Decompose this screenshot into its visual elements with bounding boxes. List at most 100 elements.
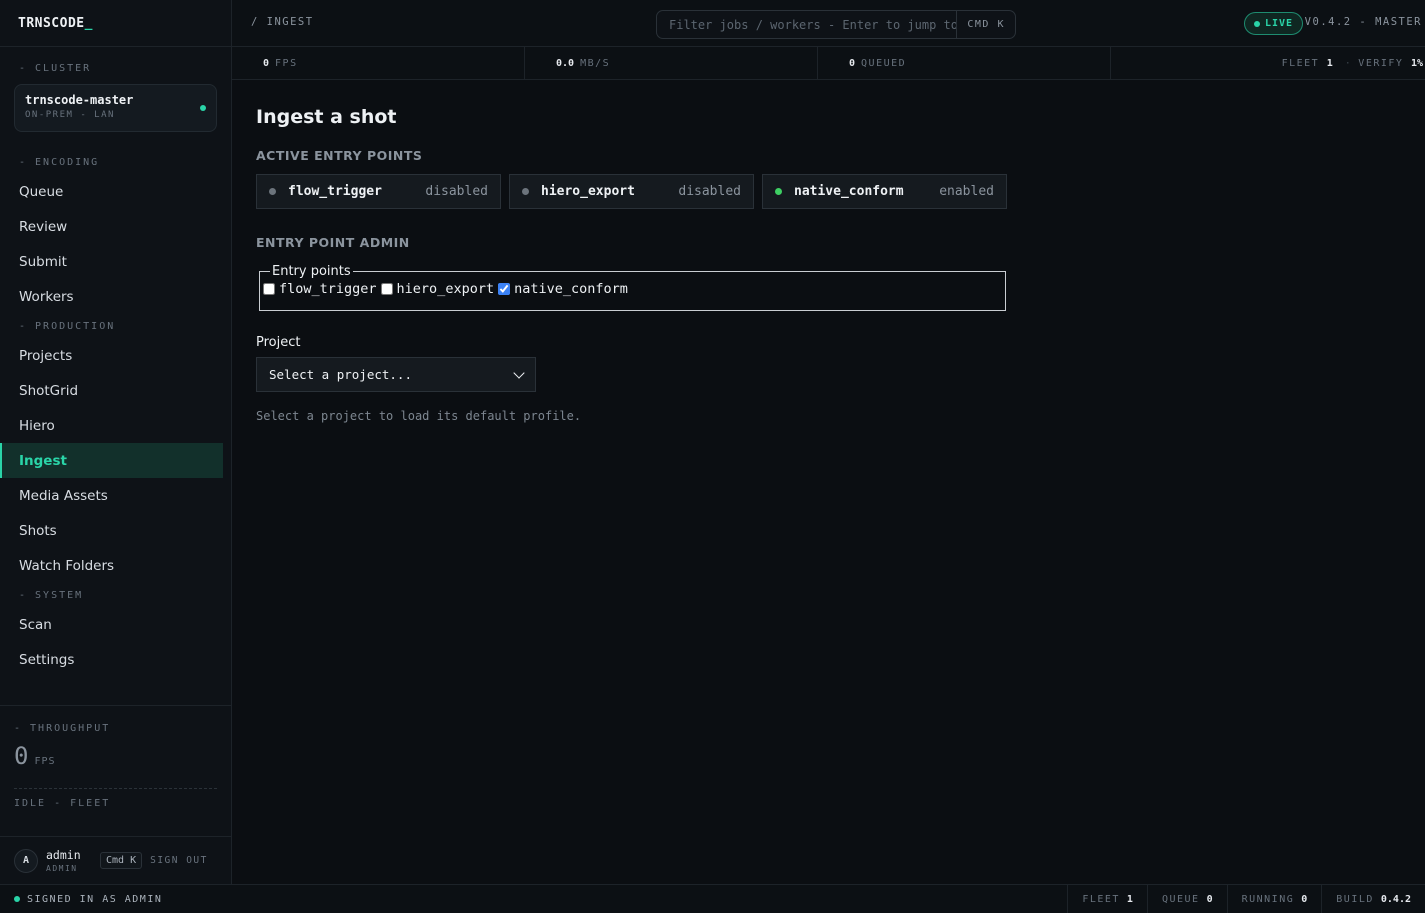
stat-queued-value: 0 bbox=[849, 57, 856, 69]
checkbox-label: native_conform bbox=[514, 281, 628, 297]
cluster-section-label: - CLUSTER bbox=[19, 62, 92, 74]
top-bar: / INGEST CMD K LIVE V0.4.2 - MASTER bbox=[232, 0, 1425, 47]
status-dot bbox=[269, 188, 276, 195]
page-title: Ingest a shot bbox=[256, 106, 397, 128]
stat-verify-value: 1% bbox=[1410, 57, 1423, 69]
entry-point-hiero-export: hiero_export disabled bbox=[509, 174, 754, 209]
sidebar-item-watch-folders[interactable]: Watch Folders bbox=[0, 548, 223, 583]
section-label-production: - PRODUCTION bbox=[19, 320, 116, 332]
stat-separator: · bbox=[1344, 57, 1353, 69]
checkbox-label: hiero_export bbox=[396, 281, 495, 297]
sidebar-item-ingest[interactable]: Ingest bbox=[0, 443, 223, 478]
sidebar-item-queue[interactable]: Queue bbox=[0, 174, 223, 209]
sidebar: TRNSCODE _ - CLUSTER trnscode-master ON-P… bbox=[0, 0, 232, 884]
breadcrumb: / INGEST bbox=[251, 16, 314, 28]
sidebar-item-review[interactable]: Review bbox=[0, 209, 223, 244]
chevron-down-icon bbox=[513, 366, 525, 379]
entry-point-name: hiero_export bbox=[541, 184, 635, 199]
status-footer: SIGNED IN AS ADMIN FLEET 1 QUEUE 0 RUNNING… bbox=[0, 884, 1425, 913]
brand-cursor: _ bbox=[84, 15, 93, 31]
project-hint: Select a project to load its default pro… bbox=[256, 409, 582, 423]
footer-fleet: FLEET 1 bbox=[1067, 885, 1147, 913]
project-select[interactable]: Select a project... bbox=[256, 357, 536, 392]
hiero-export-checkbox[interactable] bbox=[380, 283, 393, 295]
checkbox-native-conform[interactable]: native_conform bbox=[498, 281, 628, 297]
search-input[interactable] bbox=[657, 11, 957, 38]
entry-points-legend: Entry points bbox=[272, 264, 351, 279]
throughput-unit: FPS bbox=[34, 756, 56, 767]
throughput-value: 0 bbox=[14, 742, 29, 770]
entry-points-list: flow_trigger disabled hiero_export disab… bbox=[256, 174, 1406, 209]
stats-bar: 0 FPS 0.0 MB/S 0 QUEUED FLEET 1 · VERIFY… bbox=[232, 47, 1425, 80]
stat-mbs: 0.0 MB/S bbox=[525, 47, 818, 79]
signed-in-text: SIGNED IN AS ADMIN bbox=[27, 893, 163, 905]
user-role: ADMIN bbox=[46, 864, 78, 873]
throughput-divider bbox=[14, 788, 217, 789]
command-palette-shortcut[interactable]: Cmd K bbox=[100, 852, 143, 869]
stat-mbs-unit: MB/S bbox=[580, 57, 611, 69]
cluster-selector[interactable]: trnscode-master ON-PREM - LAN bbox=[14, 84, 217, 132]
active-entry-points-heading: ACTIVE ENTRY POINTS bbox=[256, 148, 423, 163]
sidebar-item-submit[interactable]: Submit bbox=[0, 244, 223, 279]
sidebar-item-workers[interactable]: Workers bbox=[0, 279, 223, 314]
footer-running: RUNNING 0 bbox=[1226, 885, 1322, 913]
brand-name: TRNSCODE bbox=[18, 15, 85, 31]
entry-point-name: flow_trigger bbox=[288, 184, 382, 199]
sidebar-item-shotgrid[interactable]: ShotGrid bbox=[0, 373, 223, 408]
project-label: Project bbox=[256, 335, 301, 350]
checkbox-label: flow_trigger bbox=[279, 281, 377, 297]
signed-in-status: SIGNED IN AS ADMIN bbox=[0, 894, 1067, 905]
native-conform-checkbox[interactable] bbox=[498, 283, 511, 295]
throughput-readout: 0 FPS bbox=[0, 742, 231, 770]
cluster-subtitle: ON-PREM - LAN bbox=[25, 110, 115, 120]
live-status-badge[interactable]: LIVE bbox=[1244, 12, 1304, 35]
search-box: CMD K bbox=[656, 10, 1016, 39]
sidebar-item-scan[interactable]: Scan bbox=[0, 607, 223, 642]
checkbox-flow-trigger[interactable]: flow_trigger bbox=[263, 281, 377, 297]
sign-out-button[interactable]: SIGN OUT bbox=[150, 855, 208, 866]
user-info: admin ADMIN bbox=[46, 848, 100, 873]
footer-fleet-value: 1 bbox=[1126, 893, 1133, 905]
footer-build: BUILD 0.4.2 bbox=[1321, 885, 1425, 913]
checkbox-hiero-export[interactable]: hiero_export bbox=[380, 281, 495, 297]
avatar[interactable]: A bbox=[14, 848, 38, 873]
live-label: LIVE bbox=[1265, 18, 1294, 29]
entry-point-status: enabled bbox=[939, 184, 994, 199]
footer-fleet-label: FLEET bbox=[1082, 893, 1120, 905]
entry-point-flow-trigger: flow_trigger disabled bbox=[256, 174, 501, 209]
project-select-value: Select a project... bbox=[269, 367, 412, 382]
entry-point-name: native_conform bbox=[794, 184, 904, 199]
stat-verify-label: VERIFY bbox=[1358, 57, 1404, 69]
entry-points-checkboxes: flow_trigger hiero_export native_conform bbox=[263, 281, 993, 297]
footer-queue: QUEUE 0 bbox=[1146, 885, 1227, 913]
entry-point-status: disabled bbox=[425, 184, 488, 199]
brand-logo[interactable]: TRNSCODE _ bbox=[0, 0, 231, 47]
stat-queued: 0 QUEUED bbox=[818, 47, 1111, 79]
sidebar-item-settings[interactable]: Settings bbox=[0, 642, 223, 677]
sidebar-item-media-assets[interactable]: Media Assets bbox=[0, 478, 223, 513]
footer-build-value: 0.4.2 bbox=[1380, 893, 1411, 905]
entry-points-fieldset: Entry points flow_trigger hiero_export n… bbox=[259, 264, 1006, 311]
section-label-encoding: - ENCODING bbox=[19, 156, 100, 168]
sidebar-item-projects[interactable]: Projects bbox=[0, 338, 223, 373]
stat-fps-unit: FPS bbox=[275, 57, 298, 69]
signed-in-dot bbox=[14, 896, 20, 902]
live-dot bbox=[1254, 20, 1260, 27]
stat-queued-unit: QUEUED bbox=[861, 57, 907, 69]
search-shortcut: CMD K bbox=[956, 11, 1015, 38]
entry-point-status: disabled bbox=[678, 184, 741, 199]
stat-mbs-value: 0.0 bbox=[556, 57, 575, 69]
main-content: Ingest a shot ACTIVE ENTRY POINTS flow_t… bbox=[256, 80, 1406, 423]
section-label-system: - SYSTEM bbox=[19, 589, 84, 601]
cluster-status-dot bbox=[200, 105, 206, 111]
stat-fps-value: 0 bbox=[263, 57, 270, 69]
stat-fleet-verify: FLEET 1 · VERIFY 1% bbox=[1111, 47, 1425, 79]
entry-point-admin-heading: ENTRY POINT ADMIN bbox=[256, 235, 410, 250]
status-dot bbox=[522, 188, 529, 195]
flow-trigger-checkbox[interactable] bbox=[263, 283, 275, 295]
throughput-panel: - THROUGHPUT 0 FPS IDLE - FLEET bbox=[0, 705, 231, 809]
footer-running-value: 0 bbox=[1301, 893, 1308, 905]
sidebar-item-hiero[interactable]: Hiero bbox=[0, 408, 223, 443]
footer-running-label: RUNNING bbox=[1241, 893, 1295, 905]
sidebar-item-shots[interactable]: Shots bbox=[0, 513, 223, 548]
